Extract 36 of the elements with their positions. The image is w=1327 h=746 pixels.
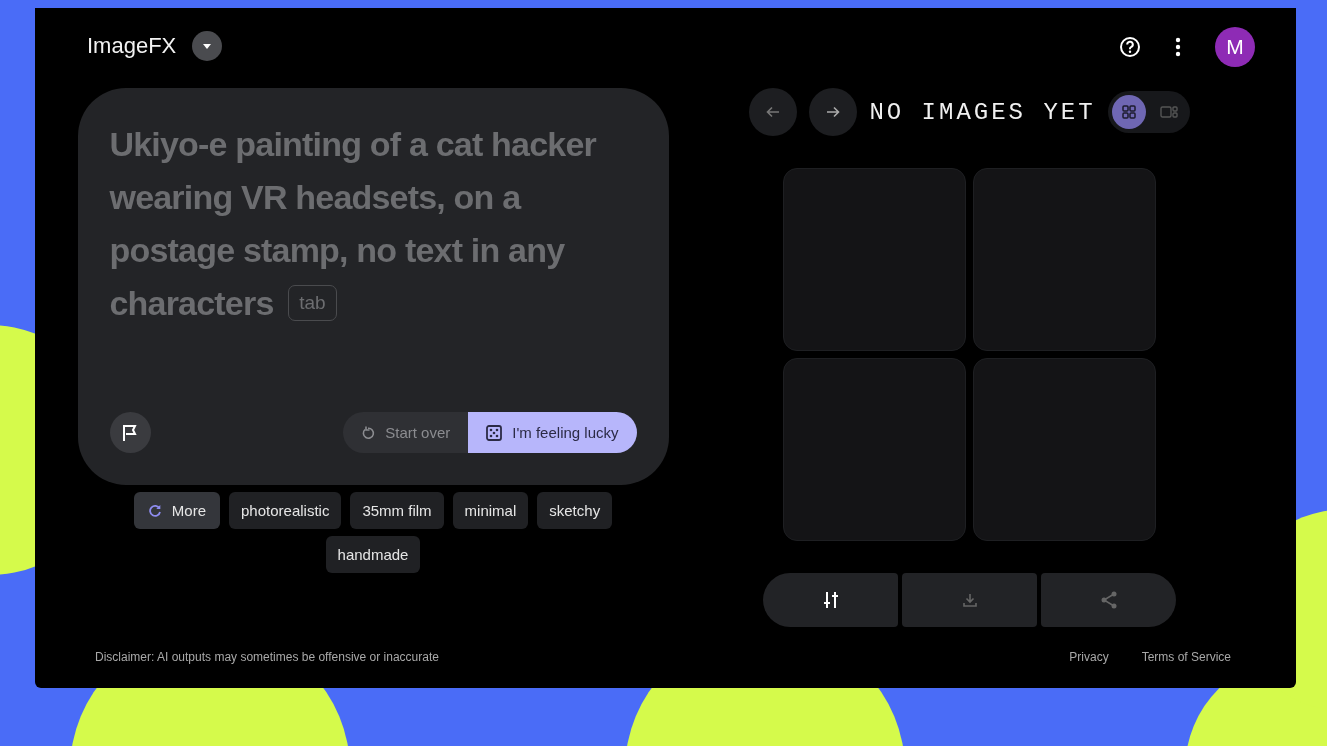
- lucky-button[interactable]: I'm feeling lucky: [468, 412, 637, 453]
- grid-icon: [1121, 105, 1136, 119]
- settings-button[interactable]: [763, 573, 898, 627]
- tab-key-badge: tab: [288, 285, 337, 321]
- caret-icon: [203, 43, 212, 49]
- footer-link[interactable]: Terms of Service: [1141, 650, 1231, 664]
- avatar[interactable]: M: [1215, 27, 1255, 67]
- help-icon[interactable]: [1119, 36, 1141, 58]
- dice-icon: [486, 424, 503, 441]
- refresh-icon: [147, 503, 162, 518]
- sliders-icon: [822, 591, 839, 609]
- footer-link[interactable]: Privacy: [1069, 650, 1109, 664]
- share-button[interactable]: [1041, 573, 1176, 627]
- style-chip[interactable]: photorealistic: [229, 492, 342, 529]
- style-chip[interactable]: handmade: [325, 536, 421, 573]
- right-arrow-icon: [826, 106, 841, 118]
- previous-button[interactable]: [749, 88, 798, 136]
- more-menu-icon[interactable]: [1175, 37, 1181, 57]
- disclaimer-text: Disclaimer: AI outputs may sometimes be offensive or inaccurate: [95, 650, 439, 664]
- start-over-button[interactable]: Start over: [343, 412, 469, 453]
- download-icon: [962, 593, 977, 607]
- status-text: NO IMAGES YET: [869, 98, 1096, 126]
- style-chip[interactable]: 35mm film: [350, 492, 444, 529]
- dropdown-button[interactable]: [192, 31, 223, 61]
- style-chip[interactable]: minimal: [452, 492, 529, 529]
- grid-view-button[interactable]: [1111, 95, 1146, 129]
- report-button[interactable]: [109, 412, 151, 453]
- more-chip[interactable]: More: [133, 492, 221, 529]
- left-arrow-icon: [766, 106, 781, 118]
- next-button[interactable]: [809, 88, 858, 136]
- style-chip[interactable]: sketchy: [537, 492, 613, 529]
- app-title: ImageFX: [87, 33, 177, 59]
- share-icon: [1100, 591, 1117, 609]
- flag-icon: [121, 423, 139, 442]
- single-view-icon: [1159, 105, 1178, 119]
- restart-icon: [361, 425, 376, 440]
